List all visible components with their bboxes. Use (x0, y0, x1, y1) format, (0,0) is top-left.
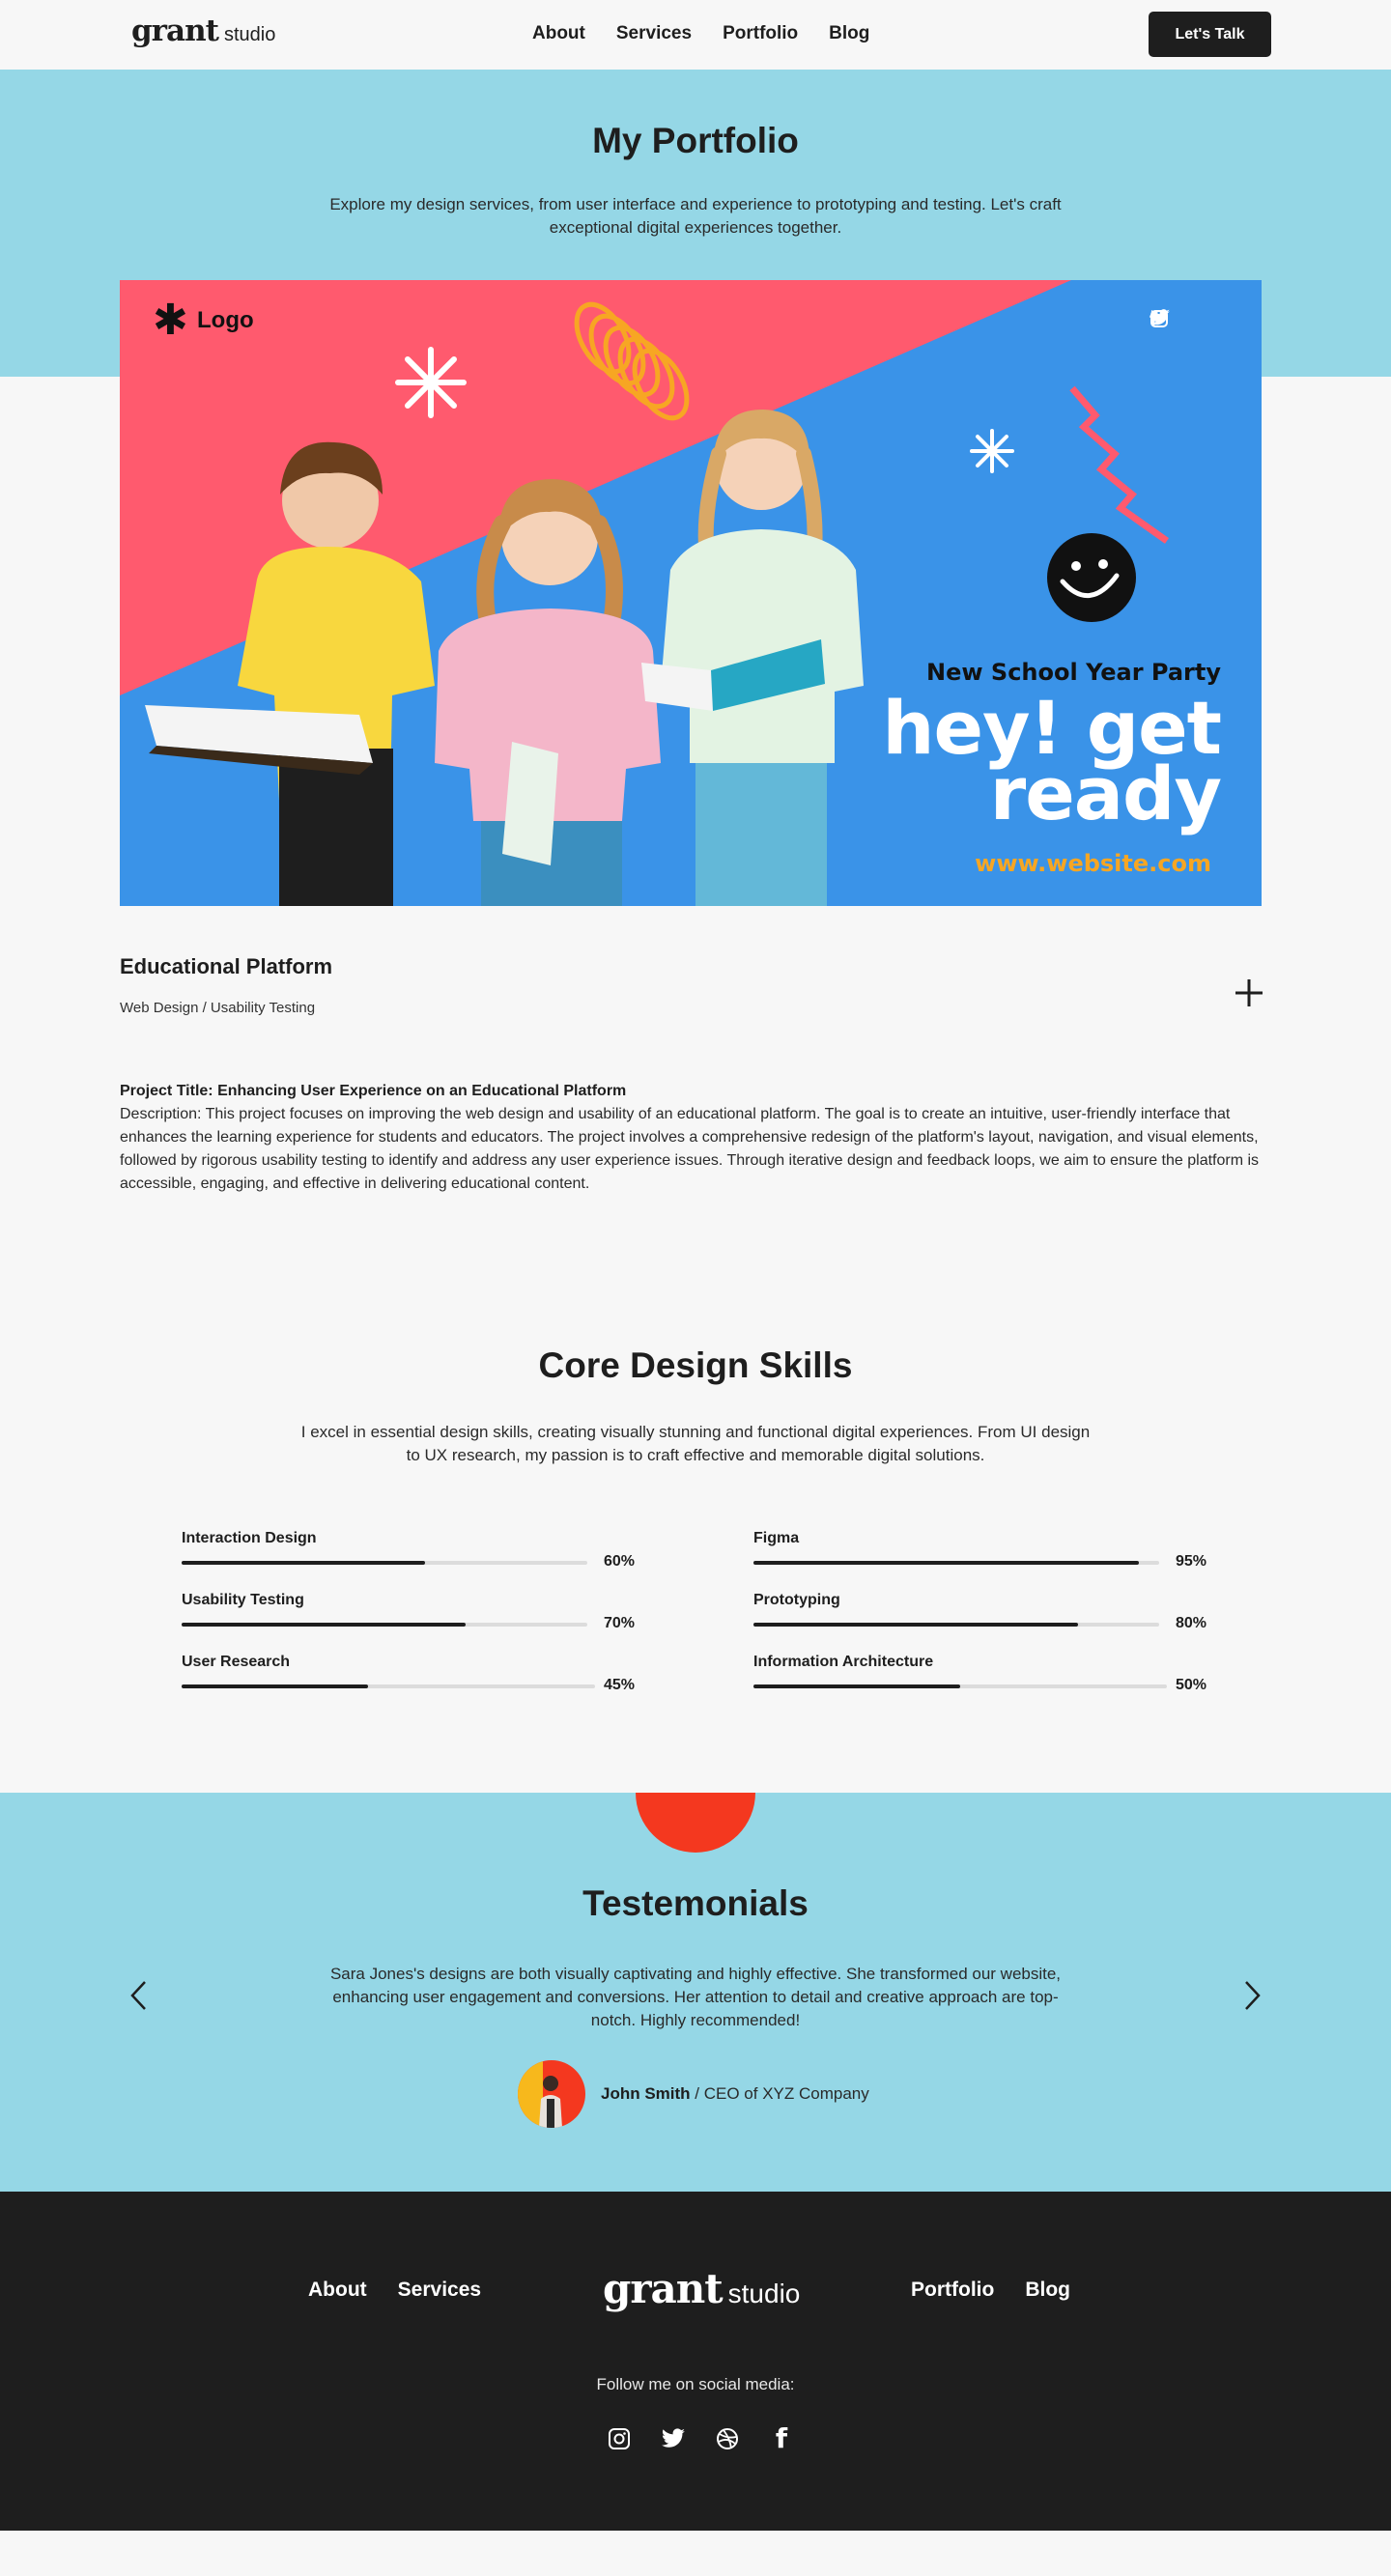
skill-bar (182, 1561, 425, 1565)
instagram-icon[interactable] (607, 2426, 632, 2451)
prev-testimonial-button[interactable] (122, 1978, 156, 2013)
testimonial-quote: Sara Jones's designs are both visually c… (329, 1965, 1062, 2029)
project-details: Project Title: Enhancing User Experience… (120, 1080, 1275, 1196)
facebook-icon[interactable]: f (769, 2425, 794, 2452)
skill-percent: 60% (604, 1553, 636, 1570)
testimonials-section: Testemonials Sara Jones's designs are bo… (0, 1793, 1391, 2192)
banner-headline-line-2: ready (989, 750, 1222, 836)
footer-nav-portfolio[interactable]: Portfolio (911, 2279, 994, 2302)
footer-nav-left: About Services (308, 2279, 481, 2302)
nav-blog[interactable]: Blog (829, 23, 869, 44)
skill-track (753, 1623, 1159, 1627)
skill-percent: 80% (1176, 1615, 1207, 1631)
project-heading: Project Title: Enhancing User Experience… (120, 1083, 627, 1099)
hero-description: Explore my design services, from user in… (329, 195, 1062, 237)
skill-name: Prototyping (753, 1592, 840, 1608)
project-tags: Web Design / Usability Testing (120, 1000, 316, 1016)
skill-track (182, 1561, 587, 1565)
skill-track (753, 1684, 1167, 1688)
footer-nav-about[interactable]: About (308, 2279, 367, 2302)
brand-word: grant (131, 14, 219, 48)
nav-services[interactable]: Services (616, 23, 692, 44)
plus-icon (1235, 979, 1263, 1006)
footer-brand-logo[interactable]: grant studio (603, 2265, 800, 2312)
asterisk-decoration (395, 347, 467, 418)
skill-bar (753, 1623, 1078, 1627)
testimonials-title: Testemonials (582, 1883, 809, 1923)
author-name: John Smith (601, 2084, 691, 2103)
skill-bar (753, 1561, 1139, 1565)
skill-item: Usability Testing 70% (182, 1592, 636, 1640)
skill-track (753, 1561, 1159, 1565)
testimonial-author: John Smith / CEO of XYZ Company (601, 2084, 869, 2104)
brand-logo[interactable]: grant studio (131, 14, 275, 48)
lets-talk-button[interactable]: Let's Talk (1149, 12, 1271, 57)
skill-bar (182, 1684, 368, 1688)
skill-item: Interaction Design 60% (182, 1530, 636, 1578)
follow-text: Follow me on social media: (596, 2375, 795, 2393)
project-banner-image[interactable]: ✱ Logo f New School Year Party hey! get … (120, 280, 1262, 906)
skill-name: Figma (753, 1530, 800, 1546)
nav-portfolio[interactable]: Portfolio (723, 23, 798, 44)
skill-name: Usability Testing (182, 1592, 304, 1608)
skill-percent: 45% (604, 1677, 636, 1693)
skill-item: User Research 45% (182, 1654, 636, 1702)
main-nav: About Services Portfolio Blog (532, 23, 869, 44)
skill-item: Information Architecture 50% (753, 1654, 1207, 1702)
site-header: grant studio About Services Portfolio Bl… (0, 0, 1391, 70)
decorative-circle (636, 1793, 755, 1853)
chevron-left-icon (130, 1981, 146, 2010)
site-footer: About Services grant studio Portfolio Bl… (0, 2192, 1391, 2531)
footer-brand-word: grant (603, 2265, 724, 2312)
banner-logo-text: Logo (197, 307, 254, 333)
footer-brand-sub: studio (727, 2279, 801, 2308)
page-title: My Portfolio (592, 121, 799, 160)
footer-nav-services[interactable]: Services (398, 2279, 481, 2302)
author-role: / CEO of XYZ Company (690, 2084, 869, 2103)
skill-track (182, 1684, 595, 1688)
banner-logo-icon: ✱ (153, 297, 188, 344)
skill-name: Information Architecture (753, 1654, 934, 1670)
chevron-right-icon (1245, 1981, 1261, 2010)
banner-headline-big: hey! get ready (796, 692, 1222, 836)
skill-percent: 70% (604, 1615, 636, 1631)
skill-track (182, 1623, 587, 1627)
footer-nav-blog[interactable]: Blog (1025, 2279, 1070, 2302)
project-title: Educational Platform (120, 954, 333, 978)
next-testimonial-button[interactable] (1235, 1978, 1269, 2013)
footer-nav-right: Portfolio Blog (911, 2279, 1070, 2302)
skill-name: Interaction Design (182, 1530, 317, 1546)
brand-sub: studio (223, 24, 276, 45)
skills-title: Core Design Skills (538, 1345, 853, 1385)
footer-social-icons: f (607, 2425, 794, 2452)
avatar-image (518, 2060, 585, 2128)
twitter-icon (1150, 309, 1170, 326)
banner-social-icons: f (1150, 309, 1170, 330)
skills-description: I excel in essential design skills, crea… (300, 1423, 1091, 1464)
skill-percent: 50% (1176, 1677, 1207, 1693)
twitter-icon[interactable] (661, 2426, 686, 2451)
avatar (518, 2060, 585, 2128)
skill-bar (182, 1623, 466, 1627)
skill-bar (753, 1684, 960, 1688)
nav-about[interactable]: About (532, 23, 585, 44)
dribbble-icon[interactable] (715, 2426, 740, 2451)
skill-name: User Research (182, 1654, 291, 1670)
project-description: Description: This project focuses on imp… (120, 1106, 1260, 1192)
skill-percent: 95% (1176, 1553, 1207, 1570)
banner-website: www.website.com (975, 850, 1211, 877)
skill-item: Prototyping 80% (753, 1592, 1207, 1640)
expand-project-button[interactable] (1232, 977, 1266, 1012)
skill-item: Figma 95% (753, 1530, 1207, 1578)
banner-headline-small: New School Year Party (926, 659, 1221, 686)
